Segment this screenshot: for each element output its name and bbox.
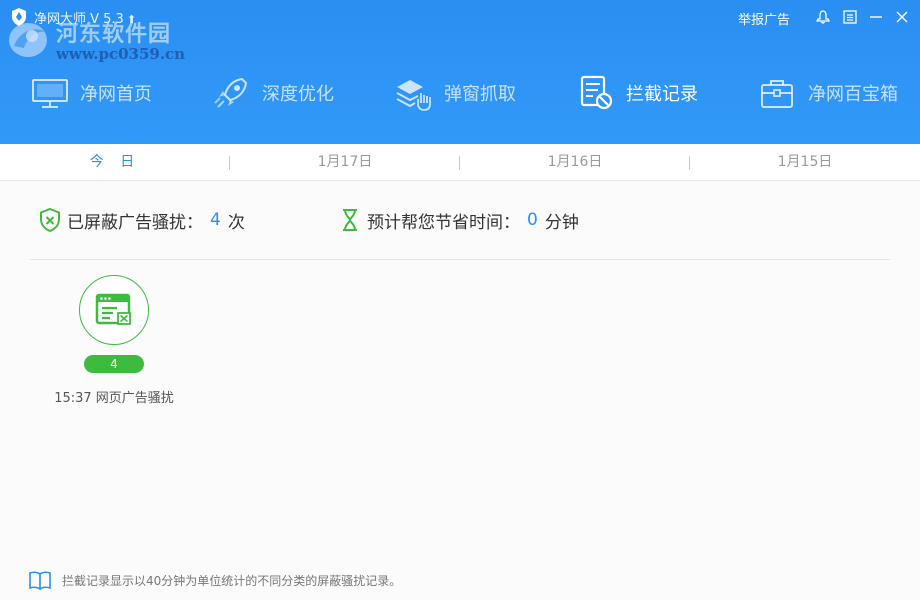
nav-toolbox[interactable]: 净网百宝箱 — [758, 68, 898, 118]
nav-label: 净网百宝箱 — [808, 84, 898, 105]
saved-value: 0 — [527, 210, 538, 230]
block-record-icon — [576, 73, 616, 113]
menu-icon[interactable] — [841, 8, 859, 26]
record-count-badge: 4 — [84, 355, 144, 373]
date-tabs: 今 日 1月17日 1月16日 1月15日 — [0, 144, 920, 181]
saved-label: 预计帮您节省时间： — [367, 212, 520, 233]
nav-block-records[interactable]: 拦截记录 — [576, 68, 698, 118]
blocked-stat: 已屏蔽广告骚扰： 4 次 — [38, 207, 245, 233]
header: 河东软件园 www.pc0359.cn 净网大师 V 5.3 ⬆ 举报广告 净网… — [0, 0, 920, 144]
blocked-count: 4 — [210, 210, 221, 230]
minimize-icon[interactable] — [867, 8, 885, 26]
divider — [30, 259, 890, 260]
toolbox-icon — [758, 73, 798, 113]
hourglass-icon — [343, 209, 357, 231]
footer-note: 拦截记录显示以40分钟为单位统计的不同分类的屏蔽骚扰记录。 — [28, 570, 401, 590]
tab-jan17[interactable]: 1月17日 — [230, 144, 460, 181]
nav-popup-capture[interactable]: 弹窗抓取 — [394, 68, 516, 118]
nav-label: 拦截记录 — [626, 84, 698, 105]
report-ad-button[interactable]: 举报广告 — [738, 9, 790, 28]
tab-jan16[interactable]: 1月16日 — [460, 144, 690, 181]
close-icon[interactable] — [893, 8, 911, 26]
shield-check-icon — [40, 207, 60, 233]
saved-unit: 分钟 — [544, 212, 579, 233]
record-label: 15:37 网页广告骚扰 — [54, 391, 174, 406]
title-bar: 河东软件园 www.pc0359.cn 净网大师 V 5.3 ⬆ 举报广告 — [0, 0, 920, 63]
nav-label: 深度优化 — [262, 84, 334, 105]
main-nav: 净网首页 深度优化 弹窗抓取 拦截记录 净网百宝箱 — [0, 68, 920, 118]
record-item[interactable]: 4 15:37 网页广告骚扰 — [40, 275, 188, 410]
app-window: 河东软件园 www.pc0359.cn 净网大师 V 5.3 ⬆ 举报广告 净网… — [0, 0, 920, 600]
tab-jan15[interactable]: 1月15日 — [690, 144, 920, 181]
nav-label: 弹窗抓取 — [444, 84, 516, 105]
app-title-text: 净网大师 V 5.3 — [34, 12, 124, 27]
layers-hand-icon — [394, 73, 434, 113]
blocked-unit: 次 — [227, 212, 245, 233]
blocked-label: 已屏蔽广告骚扰： — [67, 212, 203, 233]
up-arrow-icon[interactable]: ⬆ — [127, 13, 136, 26]
stats-bar: 已屏蔽广告骚扰： 4 次 预计帮您节省时间： 0 分钟 — [0, 181, 920, 260]
watermark-url: www.pc0359.cn — [56, 45, 186, 63]
saved-time-stat: 预计帮您节省时间： 0 分钟 — [338, 207, 579, 233]
nav-label: 净网首页 — [80, 84, 152, 105]
footer-note-text: 拦截记录显示以40分钟为单位统计的不同分类的屏蔽骚扰记录。 — [62, 573, 402, 588]
rocket-icon — [212, 73, 252, 113]
book-icon — [29, 571, 51, 590]
webpage-ad-icon — [95, 293, 131, 325]
app-title: 净网大师 V 5.3 ⬆ — [34, 8, 136, 27]
monitor-icon — [30, 73, 70, 113]
record-icon-circle — [79, 275, 149, 345]
nav-optimize[interactable]: 深度优化 — [212, 68, 334, 118]
skin-icon[interactable] — [814, 8, 832, 26]
nav-home[interactable]: 净网首页 — [30, 68, 152, 118]
tab-today[interactable]: 今 日 — [0, 144, 230, 181]
